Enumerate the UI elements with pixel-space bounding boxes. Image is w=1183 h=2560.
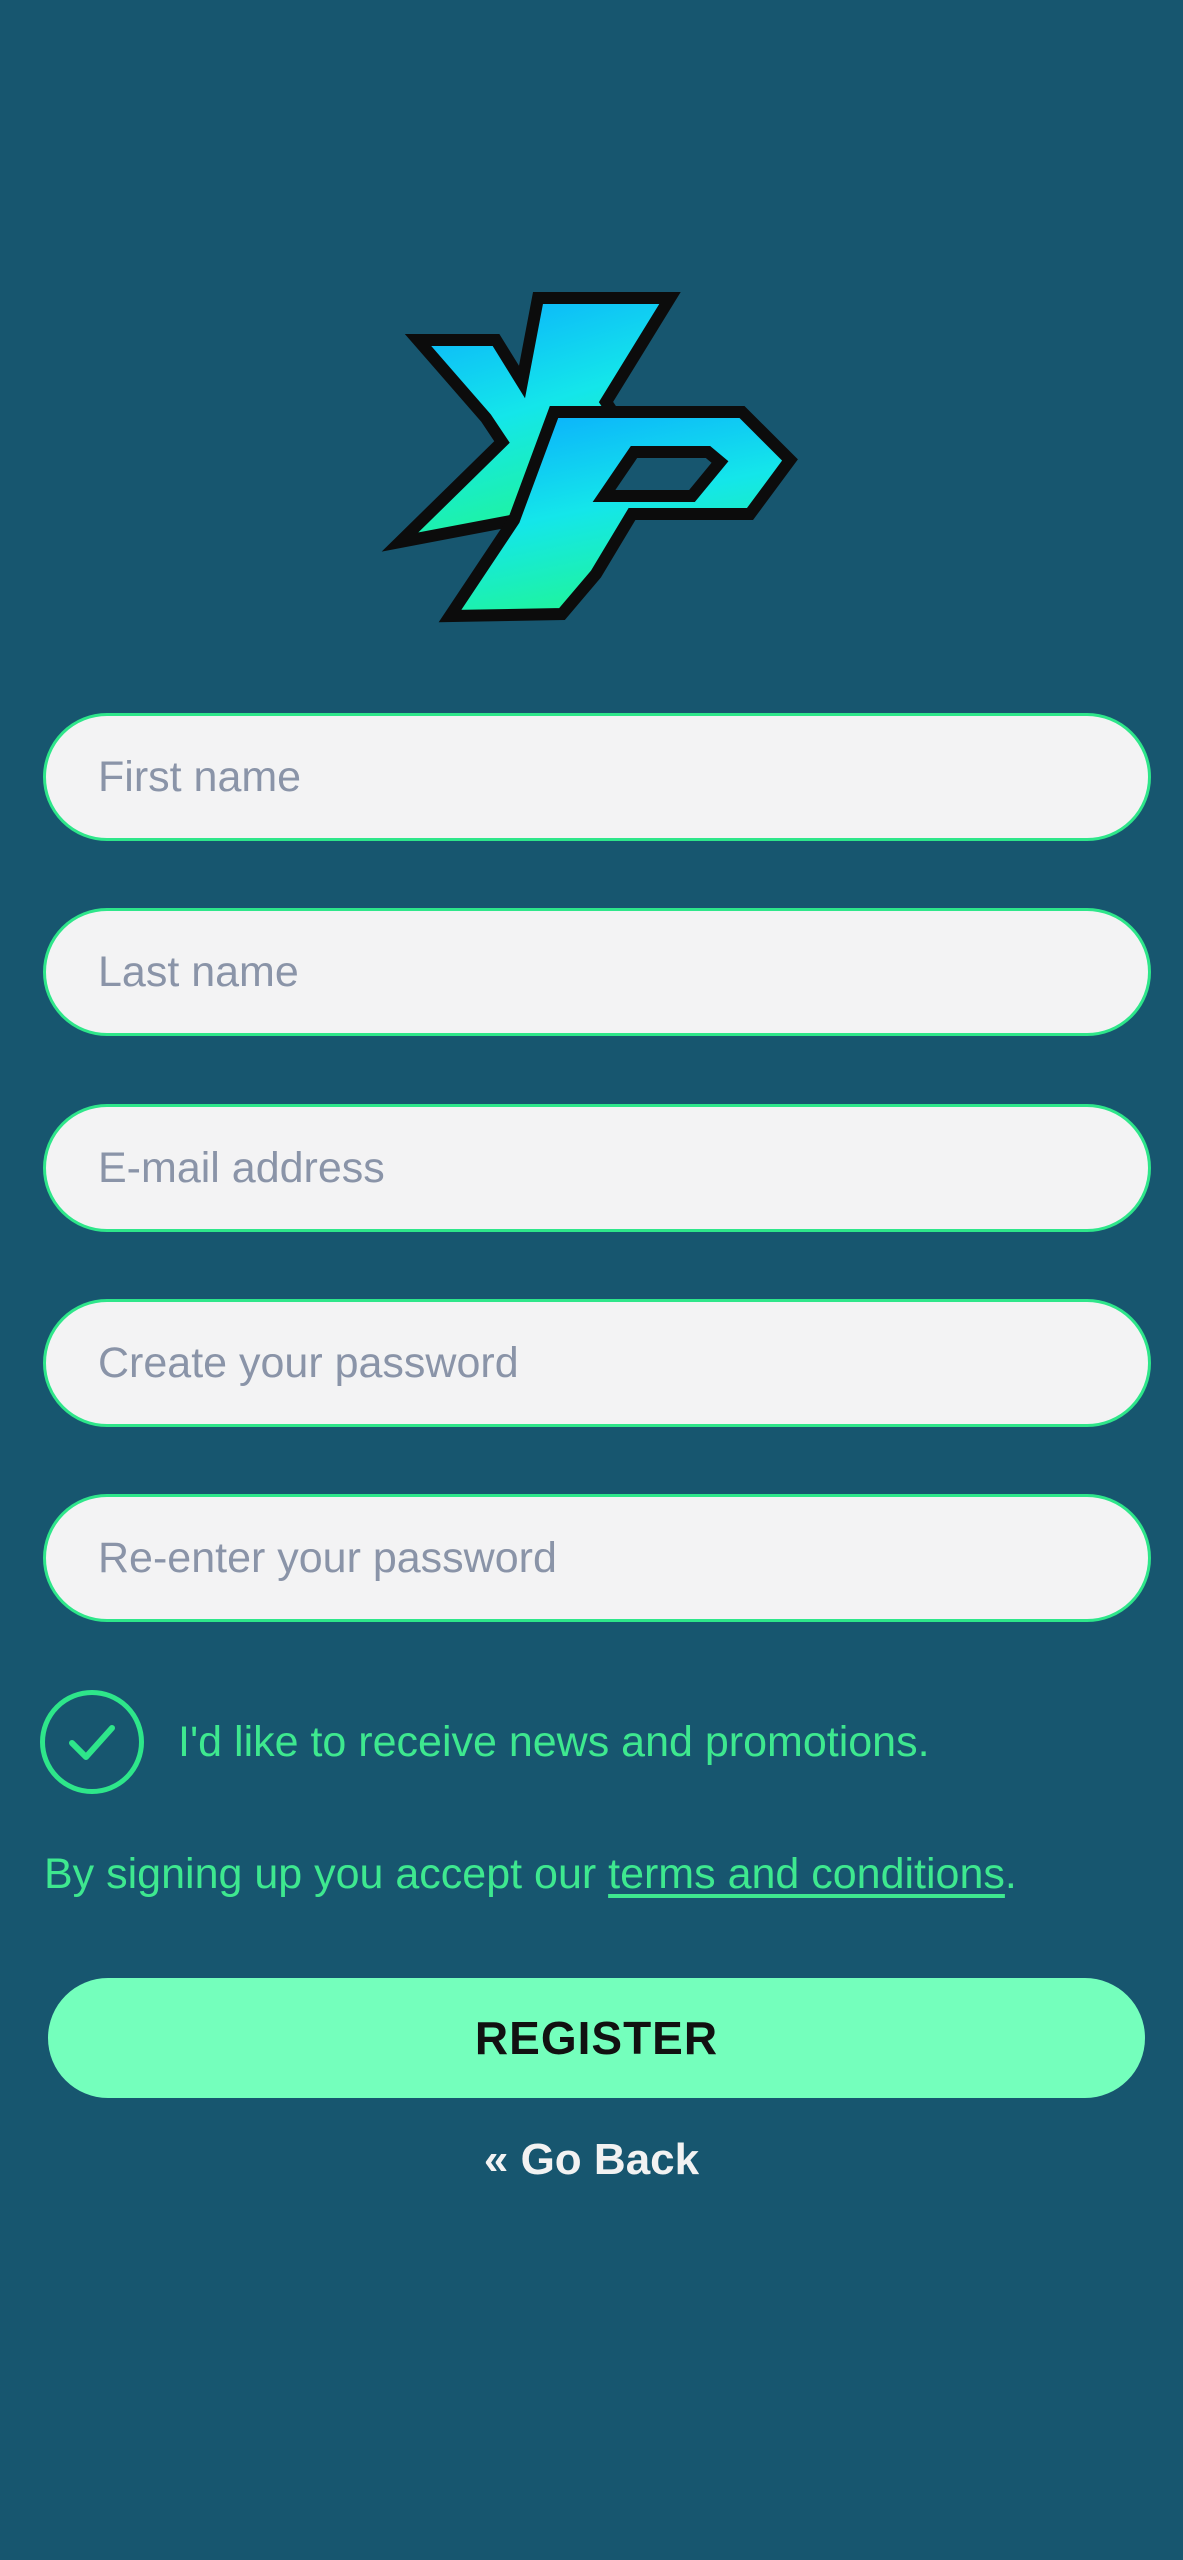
xp-logo-icon <box>381 292 798 623</box>
last-name-input[interactable] <box>43 908 1151 1036</box>
first-name-input[interactable] <box>43 713 1151 841</box>
terms-link[interactable]: terms and conditions <box>608 1850 1005 1898</box>
confirm-password-input[interactable] <box>43 1494 1151 1622</box>
terms-suffix: . <box>1004 1850 1017 1898</box>
checkmark-icon <box>69 1725 115 1760</box>
go-back-link[interactable]: « Go Back <box>0 2135 1183 2185</box>
terms-prefix: By signing up you accept our <box>44 1850 609 1898</box>
newsletter-label: I'd like to receive news and promotions. <box>178 1717 930 1766</box>
newsletter-checkbox[interactable] <box>40 1690 144 1794</box>
newsletter-checkbox-row[interactable]: I'd like to receive news and promotions. <box>40 1687 930 1797</box>
password-input[interactable] <box>43 1299 1151 1427</box>
register-button[interactable]: REGISTER <box>48 1978 1145 2098</box>
email-input[interactable] <box>43 1104 1151 1232</box>
terms-notice: By signing up you accept our terms and c… <box>44 1850 1017 1899</box>
